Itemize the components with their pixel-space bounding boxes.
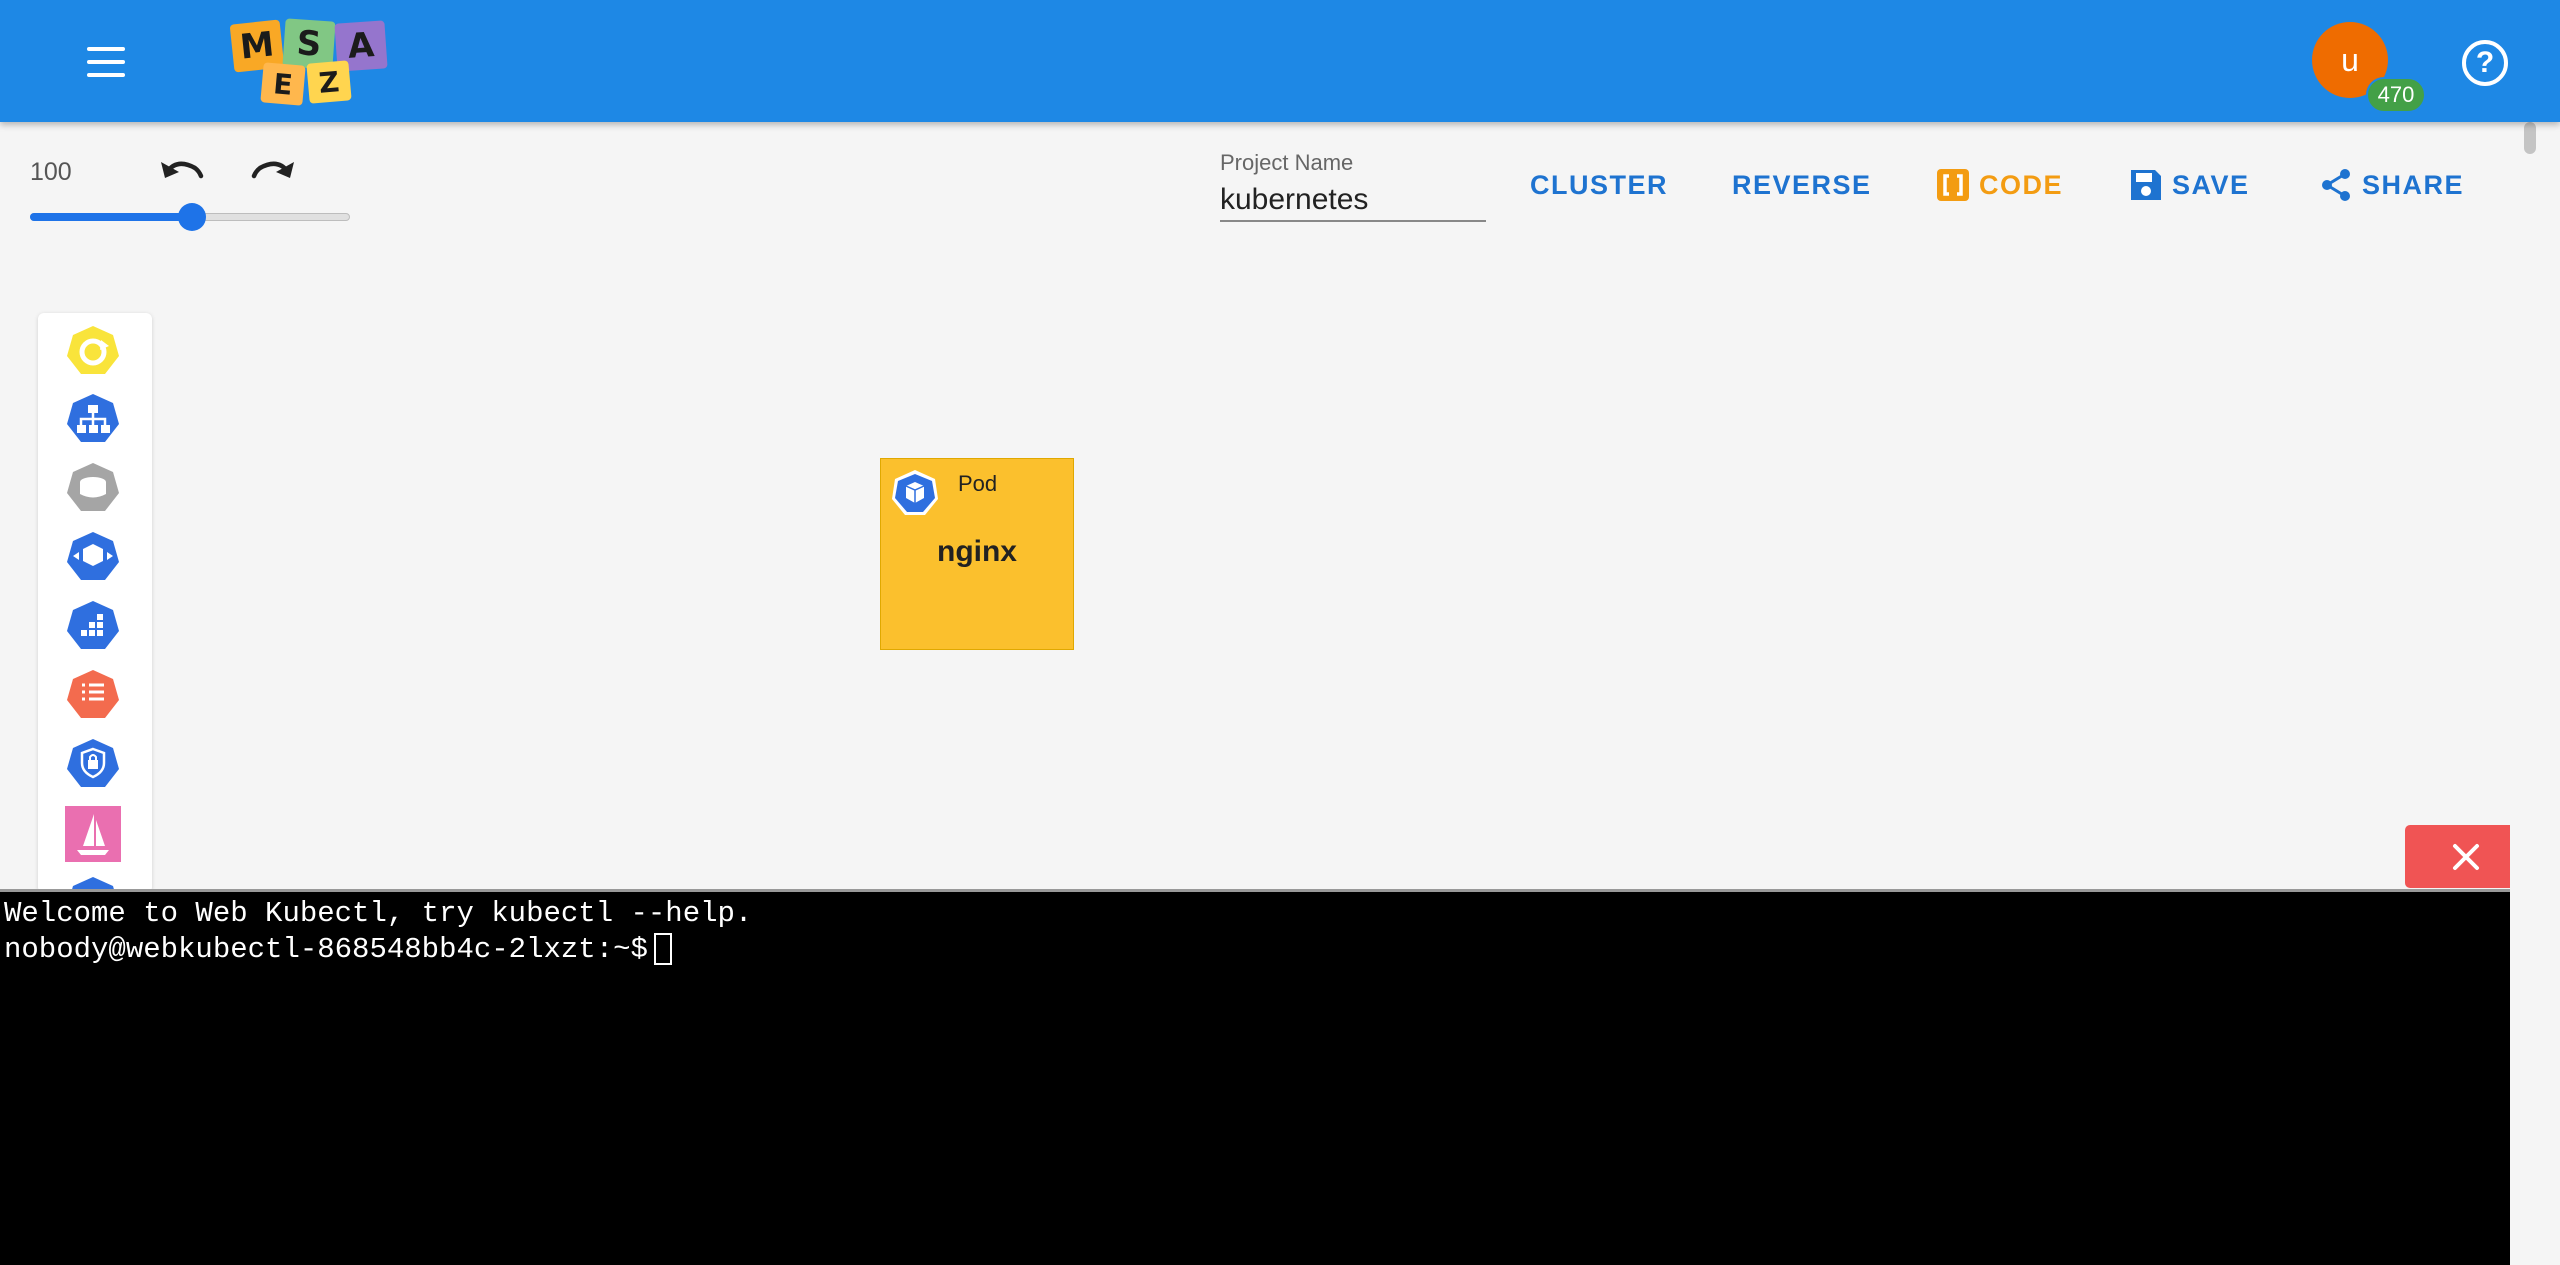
share-button[interactable]: SHARE [2318, 165, 2464, 205]
redo-icon[interactable] [250, 150, 300, 190]
terminal-welcome-line: Welcome to Web Kubectl, try kubectl --he… [4, 897, 753, 930]
pod-cube-icon [891, 469, 939, 517]
cluster-button[interactable]: CLUSTER [1530, 165, 1668, 205]
logo-letter-e: E [260, 62, 306, 106]
scrollbar-thumb[interactable] [2524, 122, 2536, 154]
terminal-prompt-line: nobody@webkubectl-868548bb4c-2lxzt:~$ [4, 932, 2510, 968]
reverse-button[interactable]: REVERSE [1732, 165, 1872, 205]
pod-node[interactable]: Pod nginx [880, 458, 1074, 650]
close-terminal-button[interactable] [2405, 825, 2527, 888]
save-button-label: SAVE [2172, 169, 2250, 200]
secret-hexagon-icon[interactable] [65, 737, 121, 793]
share-button-label: SHARE [2362, 169, 2465, 200]
code-button[interactable]: CODE [1935, 165, 2063, 205]
app-header: M S A E Z u 470 ? [0, 0, 2560, 122]
node-type-label: Pod [958, 471, 998, 496]
node-name-label: nginx [937, 535, 1017, 568]
sail-icon[interactable] [65, 806, 121, 862]
network-hexagon-icon[interactable] [65, 392, 121, 448]
page-scrollbar[interactable] [2510, 122, 2560, 1265]
volume-hexagon-icon[interactable] [65, 461, 121, 517]
save-button[interactable]: SAVE [2128, 165, 2250, 205]
menu-icon[interactable] [82, 45, 130, 79]
help-icon[interactable]: ? [2462, 40, 2508, 86]
points-badge: 470 [2366, 77, 2426, 113]
deployment-hexagon-icon[interactable] [65, 530, 121, 586]
project-name-label: Project Name [1220, 150, 1354, 175]
undo-icon[interactable] [155, 150, 205, 190]
project-name-input[interactable] [1220, 180, 1486, 222]
share-icon [2318, 167, 2354, 203]
web-terminal[interactable]: Welcome to Web Kubectl, try kubectl --he… [0, 889, 2510, 1265]
code-brackets-icon [1935, 167, 1971, 203]
component-palette [38, 313, 152, 893]
code-button-label: CODE [1979, 169, 2064, 200]
terminal-cursor [653, 933, 672, 966]
list-hexagon-icon[interactable] [65, 668, 121, 724]
zoom-slider-thumb[interactable] [178, 203, 206, 231]
zoom-value: 100 [30, 158, 72, 186]
refresh-hexagon-icon[interactable] [65, 324, 121, 380]
floppy-disk-icon [2128, 167, 2164, 203]
zoom-slider-fill [30, 213, 190, 221]
logo-letter-z: Z [306, 60, 352, 104]
zoom-slider[interactable] [30, 203, 350, 231]
logo[interactable]: M S A E Z [228, 18, 398, 108]
terminal-prompt: nobody@webkubectl-868548bb4c-2lxzt:~$ [4, 933, 648, 966]
reverse-button-label: REVERSE [1732, 169, 1872, 200]
close-icon [2453, 843, 2479, 870]
cluster-button-label: CLUSTER [1530, 169, 1668, 200]
grid-hexagon-icon[interactable] [65, 599, 121, 655]
